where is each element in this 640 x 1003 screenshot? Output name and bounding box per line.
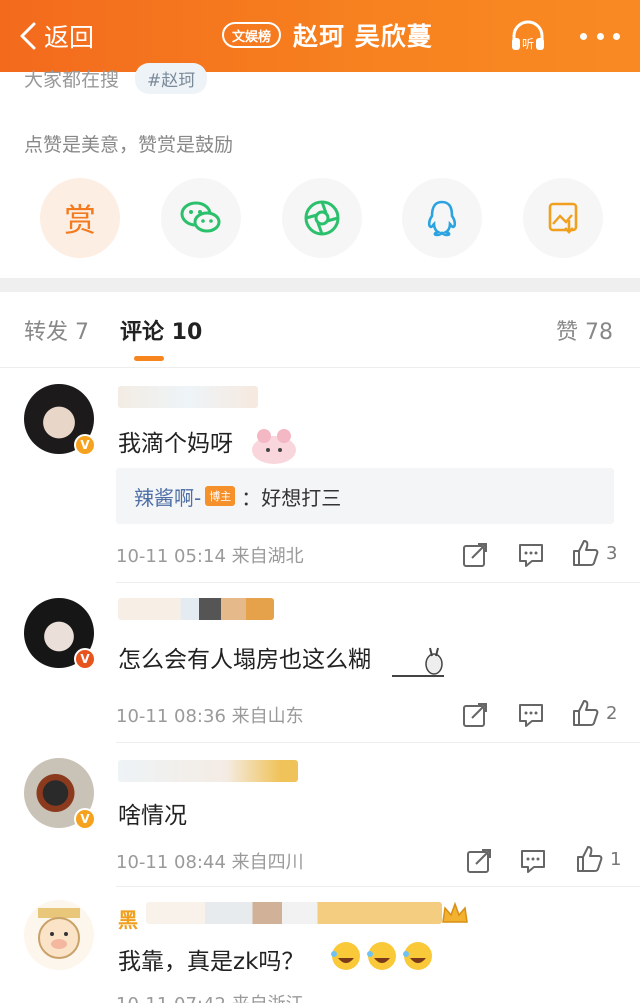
username-blurred: [146, 902, 442, 924]
trending-row: 大家都在搜 #赵珂: [24, 62, 208, 94]
headphone-icon[interactable]: 听: [506, 14, 550, 58]
qq-icon: [427, 200, 457, 237]
dot-icon: [580, 32, 587, 40]
wechat-share-button[interactable]: [161, 178, 241, 258]
verified-badge-icon: V: [74, 648, 96, 670]
share-icon[interactable]: [460, 540, 490, 570]
tab-bar: 转发 7 评论 10 赞 78: [0, 292, 640, 368]
share-icon[interactable]: [464, 846, 494, 876]
like-count: 3: [606, 543, 618, 564]
comment-meta: 10-11 08:36 来自山东: [116, 706, 304, 727]
comment-icon[interactable]: [518, 846, 548, 876]
username-blurred: [118, 760, 298, 782]
share-card: 大家都在搜 #赵珂 点赞是美意，赞赏是鼓励 赏: [0, 62, 640, 282]
comment-text: 我滴个妈呀: [118, 431, 233, 457]
save-image-button[interactable]: [523, 178, 603, 258]
author-reply[interactable]: 辣酱啊- 博主 ：好想打三: [116, 468, 614, 524]
author-tag: 博主: [205, 486, 236, 506]
back-button[interactable]: 返回: [18, 18, 94, 54]
sticker-icon: [392, 647, 444, 677]
title-text: 赵珂 吴欣蔓: [293, 22, 433, 51]
tab-repost[interactable]: 转发 7: [24, 314, 89, 346]
divider: [116, 582, 640, 583]
verified-badge-icon: V: [74, 808, 96, 830]
tab-comment[interactable]: 评论 10: [120, 314, 202, 346]
avatar[interactable]: V: [24, 598, 96, 670]
more-options-button[interactable]: [580, 24, 620, 48]
like-count: 1: [610, 849, 622, 870]
divider: [116, 742, 640, 743]
comment-icon[interactable]: [516, 700, 546, 730]
share-icon[interactable]: [460, 700, 490, 730]
comment-text: 怎么会有人塌房也这么糊: [118, 647, 371, 673]
crown-icon: [442, 901, 468, 923]
tab-like[interactable]: 赞 78: [556, 314, 613, 346]
comment-meta: 10-11 05:14 来自湖北: [116, 546, 304, 567]
trending-label: 大家都在搜: [24, 68, 120, 91]
avatar[interactable]: V: [24, 384, 96, 456]
back-label: 返回: [44, 23, 95, 52]
dot-icon: [596, 32, 604, 40]
trending-tag[interactable]: #赵珂: [135, 62, 208, 94]
laughing-emoji-icon: [331, 942, 432, 970]
username-blurred: [118, 386, 258, 408]
reward-label: 赏: [63, 201, 96, 239]
image-download-icon: [548, 202, 578, 234]
username-blurred: [118, 598, 274, 620]
like-icon[interactable]: [574, 844, 604, 874]
reply-text: ：好想打三: [241, 485, 342, 510]
qq-share-button[interactable]: [402, 178, 482, 258]
avatar[interactable]: V: [24, 758, 96, 830]
reward-button[interactable]: 赏: [40, 178, 120, 258]
comment-meta: 10-11 07:42 来自浙江: [116, 990, 304, 1003]
verified-badge-icon: V: [74, 434, 96, 456]
dot-icon: [613, 32, 620, 40]
sticker-icon: [252, 429, 296, 464]
ranking-badge[interactable]: 文娱榜: [222, 22, 282, 48]
username-gold[interactable]: 黑: [118, 904, 138, 933]
avatar[interactable]: [24, 900, 94, 970]
active-tab-indicator: [134, 356, 164, 361]
comment-text: 啥情况: [118, 803, 187, 829]
share-actions: 赏: [40, 178, 610, 260]
comment-icon[interactable]: [516, 540, 546, 570]
chevron-left-icon: [20, 22, 36, 50]
section-divider: [0, 278, 640, 292]
comment-meta: 10-11 08:44 来自四川: [116, 852, 304, 873]
divider: [116, 886, 640, 887]
appreciate-text: 点赞是美意，赞赏是鼓励: [24, 134, 234, 156]
like-count: 2: [606, 703, 618, 724]
page-title: 文娱榜 赵珂 吴欣蔓: [222, 18, 433, 52]
like-icon[interactable]: [570, 538, 600, 568]
comment-text: 我靠，真是zk吗？: [118, 949, 305, 975]
svg-text:听: 听: [522, 37, 534, 51]
reply-author-name[interactable]: 辣酱啊-: [134, 482, 201, 511]
moments-share-button[interactable]: [282, 178, 362, 258]
moments-icon: [304, 200, 340, 236]
wechat-icon: [180, 201, 221, 233]
like-icon[interactable]: [570, 698, 600, 728]
